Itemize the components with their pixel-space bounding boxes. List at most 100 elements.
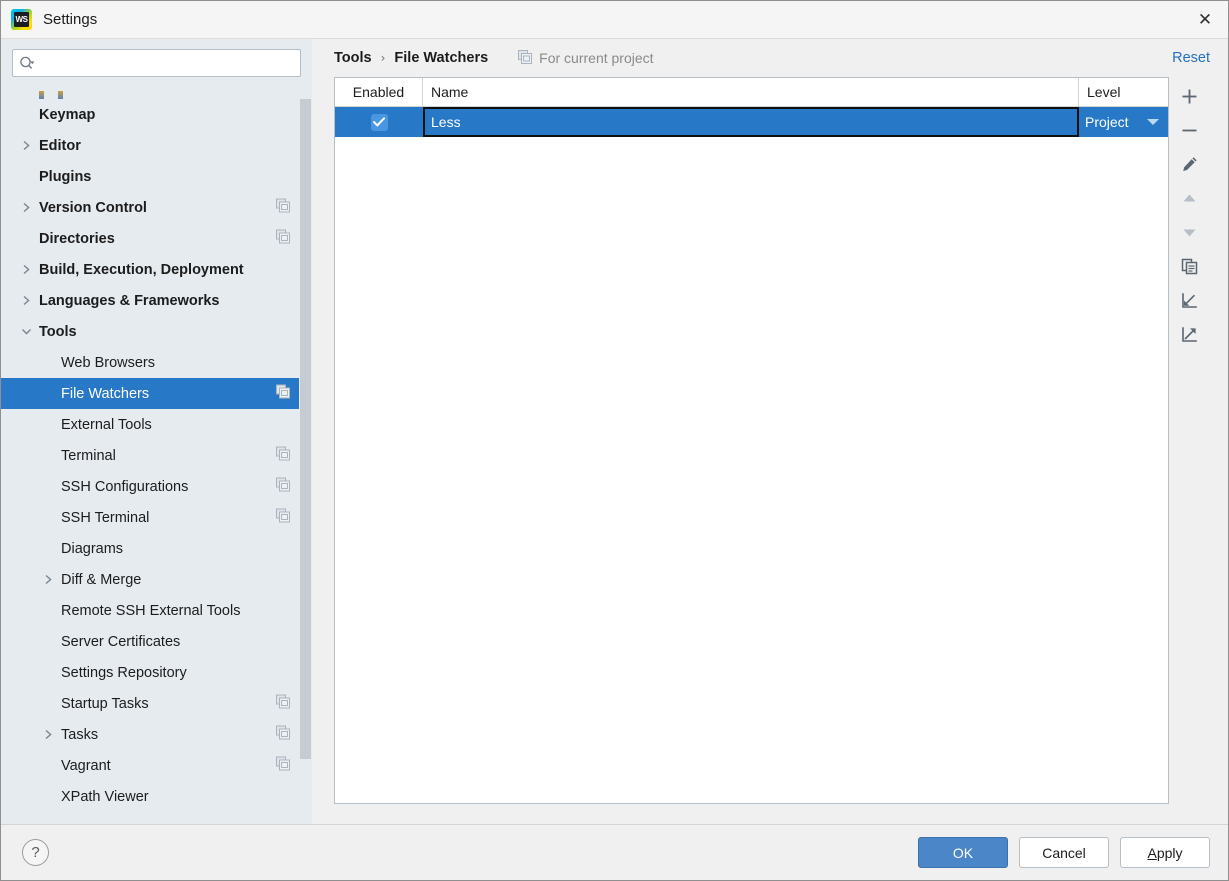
scope-note: For current project bbox=[518, 49, 654, 67]
settings-tree-clip: Keymap Editor Plugins Version Control Direct… bbox=[1, 85, 312, 822]
sidebar-item-label: Build, Execution, Deployment bbox=[39, 261, 244, 278]
sidebar-item-label: Tools bbox=[39, 323, 77, 340]
sidebar-item-terminal[interactable]: Terminal bbox=[1, 440, 312, 471]
search-icon bbox=[19, 56, 36, 71]
sidebar-item-remote-ssh-external-tools[interactable]: Remote SSH External Tools bbox=[1, 595, 312, 626]
sidebar-item-diagrams[interactable]: Diagrams bbox=[1, 533, 312, 564]
chevron-right-icon[interactable] bbox=[19, 140, 33, 151]
project-scope-icon bbox=[276, 756, 290, 775]
table-toolbar bbox=[1169, 77, 1210, 804]
project-scope-icon bbox=[276, 725, 290, 744]
help-icon[interactable]: ? bbox=[22, 839, 49, 866]
table-row[interactable]: Less Project bbox=[335, 107, 1168, 137]
sidebar-item-ssh-terminal[interactable]: SSH Terminal bbox=[1, 502, 312, 533]
close-icon[interactable]: ✕ bbox=[1182, 1, 1228, 38]
sidebar-item-ssh-configurations[interactable]: SSH Configurations bbox=[1, 471, 312, 502]
project-scope-icon bbox=[276, 477, 290, 496]
sidebar-item-directories[interactable]: Directories bbox=[1, 223, 312, 254]
sidebar-item-editor[interactable]: Editor bbox=[1, 130, 312, 161]
settings-dialog: WS Settings ✕ Keymap Editor Plugins Vers… bbox=[0, 0, 1229, 881]
sidebar-item-build-execution-deployment[interactable]: Build, Execution, Deployment bbox=[1, 254, 312, 285]
chevron-down-icon[interactable] bbox=[1147, 119, 1159, 125]
apply-rest: pply bbox=[1156, 844, 1183, 861]
export-icon[interactable] bbox=[1171, 317, 1209, 351]
import-icon[interactable] bbox=[1171, 283, 1209, 317]
tree-row-partial bbox=[1, 85, 312, 99]
chevron-right-icon[interactable] bbox=[19, 295, 33, 306]
window-title: Settings bbox=[43, 11, 98, 28]
sidebar-item-label: Editor bbox=[39, 137, 81, 154]
sidebar-item-tasks[interactable]: Tasks bbox=[1, 719, 312, 750]
sidebar-item-label: Version Control bbox=[39, 199, 147, 216]
chevron-right-icon[interactable] bbox=[19, 264, 33, 275]
sidebar-item-label: File Watchers bbox=[61, 385, 150, 402]
sidebar-item-languages-frameworks[interactable]: Languages & Frameworks bbox=[1, 285, 312, 316]
sidebar-item-label: Terminal bbox=[61, 447, 116, 464]
move-up-icon bbox=[1171, 181, 1209, 215]
sidebar-item-web-browsers[interactable]: Web Browsers bbox=[1, 347, 312, 378]
sidebar-item-keymap[interactable]: Keymap bbox=[1, 99, 312, 130]
remove-icon[interactable] bbox=[1171, 113, 1209, 147]
project-scope-icon bbox=[276, 446, 290, 465]
ok-button[interactable]: OK bbox=[918, 837, 1008, 868]
breadcrumb-root[interactable]: Tools bbox=[334, 50, 372, 66]
tree-rows: Keymap Editor Plugins Version Control Direct… bbox=[1, 99, 312, 812]
breadcrumb-current: File Watchers bbox=[394, 50, 489, 66]
sidebar-item-label: Plugins bbox=[39, 168, 92, 185]
dialog-buttons: OK Cancel Apply bbox=[918, 837, 1210, 868]
sidebar-item-vagrant[interactable]: Vagrant bbox=[1, 750, 312, 781]
sidebar-item-version-control[interactable]: Version Control bbox=[1, 192, 312, 223]
sidebar-scrollbar-thumb[interactable] bbox=[300, 99, 311, 759]
sidebar-item-xpath-viewer[interactable]: XPath Viewer bbox=[1, 781, 312, 812]
sidebar-item-label: Startup Tasks bbox=[61, 695, 149, 712]
sidebar-item-server-certificates[interactable]: Server Certificates bbox=[1, 626, 312, 657]
apply-button[interactable]: Apply bbox=[1120, 837, 1210, 868]
search-input[interactable] bbox=[40, 55, 294, 71]
watcher-level-dropdown[interactable]: Project bbox=[1079, 107, 1168, 137]
add-icon[interactable] bbox=[1171, 79, 1209, 113]
search-box[interactable] bbox=[12, 49, 301, 77]
chevron-right-icon[interactable] bbox=[19, 202, 33, 213]
column-header-enabled[interactable]: Enabled bbox=[335, 78, 423, 106]
watcher-level-value: Project bbox=[1085, 114, 1129, 130]
sidebar-item-label: Vagrant bbox=[61, 757, 111, 774]
project-scope-icon bbox=[276, 384, 290, 403]
column-header-level[interactable]: Level bbox=[1079, 78, 1168, 106]
cell-enabled bbox=[335, 107, 423, 137]
sidebar-item-tools[interactable]: Tools bbox=[1, 316, 312, 347]
sidebar-item-label: SSH Configurations bbox=[61, 478, 189, 495]
chevron-right-icon[interactable] bbox=[41, 729, 55, 740]
sidebar-item-label: Diff & Merge bbox=[61, 571, 142, 588]
cancel-button[interactable]: Cancel bbox=[1019, 837, 1109, 868]
move-down-icon bbox=[1171, 215, 1209, 249]
webstorm-logo-text: WS bbox=[14, 12, 29, 27]
breadcrumb-separator-icon: › bbox=[380, 51, 386, 65]
project-scope-icon bbox=[276, 229, 290, 248]
sidebar-scrollbar-track[interactable] bbox=[299, 85, 312, 824]
sidebar-item-label: Settings Repository bbox=[61, 664, 187, 681]
sidebar-item-label: Web Browsers bbox=[61, 354, 156, 371]
sidebar-item-settings-repository[interactable]: Settings Repository bbox=[1, 657, 312, 688]
sidebar-item-label: Diagrams bbox=[61, 540, 124, 557]
sidebar-item-label: XPath Viewer bbox=[61, 788, 149, 805]
column-header-name[interactable]: Name bbox=[423, 78, 1079, 106]
copy-icon[interactable] bbox=[1171, 249, 1209, 283]
chevron-right-icon[interactable] bbox=[41, 574, 55, 585]
dialog-body: Keymap Editor Plugins Version Control Direct… bbox=[1, 39, 1228, 824]
sidebar-item-plugins[interactable]: Plugins bbox=[1, 161, 312, 192]
watchers-panel: Enabled Name Level Less Project bbox=[334, 77, 1210, 804]
sidebar-item-startup-tasks[interactable]: Startup Tasks bbox=[1, 688, 312, 719]
sidebar-item-file-watchers[interactable]: File Watchers bbox=[1, 378, 312, 409]
sidebar-item-diff-merge[interactable]: Diff & Merge bbox=[1, 564, 312, 595]
sidebar-item-label: External Tools bbox=[61, 416, 152, 433]
sidebar-item-label: Directories bbox=[39, 230, 115, 247]
sidebar-item-external-tools[interactable]: External Tools bbox=[1, 409, 312, 440]
chevron-down-icon[interactable] bbox=[19, 327, 33, 336]
edit-icon[interactable] bbox=[1171, 147, 1209, 181]
enabled-checkbox[interactable] bbox=[370, 113, 388, 131]
sidebar-item-label: Remote SSH External Tools bbox=[61, 602, 241, 619]
apply-mnemonic: A bbox=[1147, 844, 1157, 861]
reset-link[interactable]: Reset bbox=[1172, 50, 1210, 66]
sidebar-item-label: SSH Terminal bbox=[61, 509, 150, 526]
watcher-name-field[interactable]: Less bbox=[423, 107, 1079, 137]
